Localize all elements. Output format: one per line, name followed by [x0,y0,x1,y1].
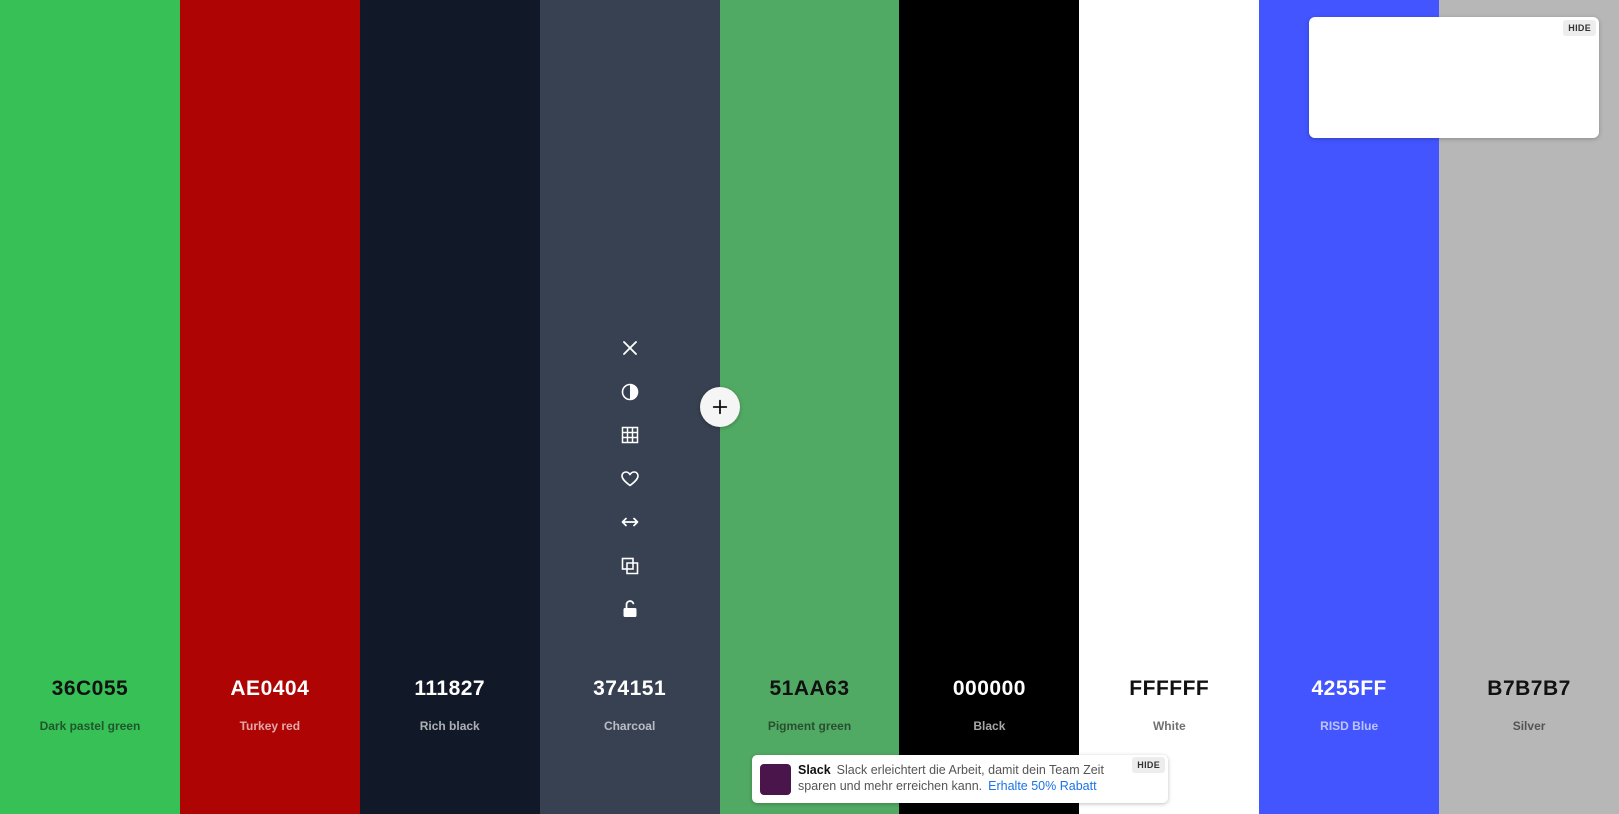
slack-ad-cta-link[interactable]: Erhalte 50% Rabatt [988,779,1096,793]
color-swatch[interactable]: FFFFFF White [1079,0,1260,814]
color-swatch[interactable]: AE0404 Turkey red [179,0,360,814]
heart-icon [620,470,639,486]
plus-icon [712,399,728,415]
close-icon [622,341,637,355]
save-button[interactable] [612,461,648,497]
swatch-hex-code[interactable]: 4255FF [1259,676,1439,702]
grid-icon [621,426,638,444]
arrows-horizontal-icon [621,517,638,527]
swatch-color-name[interactable]: Dark pastel green [0,718,180,734]
slack-ad-text: Slack Slack erleichtert die Arbeit, damit… [798,762,1128,794]
swatch-color-name[interactable]: White [1079,718,1259,734]
slack-ad-brand: Slack [798,763,831,777]
swatch-hex-code[interactable]: 000000 [899,676,1079,702]
lock-button[interactable] [612,591,648,627]
swatch-hex-code[interactable]: FFFFFF [1079,676,1259,702]
swatch-hex-code[interactable]: B7B7B7 [1439,676,1619,702]
ad-card: HIDE [1309,17,1599,138]
color-swatch[interactable]: 51AA63 Pigment green [719,0,900,814]
swatch-color-name[interactable]: Turkey red [180,718,360,734]
swatch-hex-code[interactable]: 51AA63 [720,676,900,702]
swatch-color-name[interactable]: Charcoal [540,718,720,734]
color-swatch[interactable]: 111827 Rich black [359,0,540,814]
contrast-icon [621,383,638,400]
swatch-toolbar [540,330,720,635]
swatch-color-name[interactable]: Silver [1439,718,1619,734]
lock-open-icon [623,600,637,617]
swatch-color-name[interactable]: Pigment green [720,718,900,734]
swatch-hex-code[interactable]: 374151 [540,676,720,702]
color-swatch[interactable]: 000000 Black [899,0,1080,814]
drag-button[interactable] [612,504,648,540]
swatch-hex-code[interactable]: 111827 [360,676,540,702]
color-swatch[interactable]: 36C055 Dark pastel green [0,0,180,814]
swatch-hex-code[interactable]: AE0404 [180,676,360,702]
ad-hide-button[interactable]: HIDE [1563,20,1596,36]
swatch-color-name[interactable]: RISD Blue [1259,718,1439,734]
shades-button[interactable] [612,374,648,410]
remove-button[interactable] [612,330,648,366]
add-color-button[interactable] [700,387,740,427]
color-swatch[interactable]: 374151 Charcoal [539,0,720,814]
swatch-color-name[interactable]: Rich black [360,718,540,734]
swatch-color-name[interactable]: Black [899,718,1079,734]
slack-logo [760,764,791,795]
slack-ad[interactable]: Slack Slack erleichtert die Arbeit, damit… [752,755,1168,803]
slack-ad-hide-button[interactable]: HIDE [1132,757,1165,773]
view-shades-button[interactable] [612,417,648,453]
copy-button[interactable] [612,548,648,584]
swatch-hex-code[interactable]: 36C055 [0,676,180,702]
copy-icon [621,557,638,574]
